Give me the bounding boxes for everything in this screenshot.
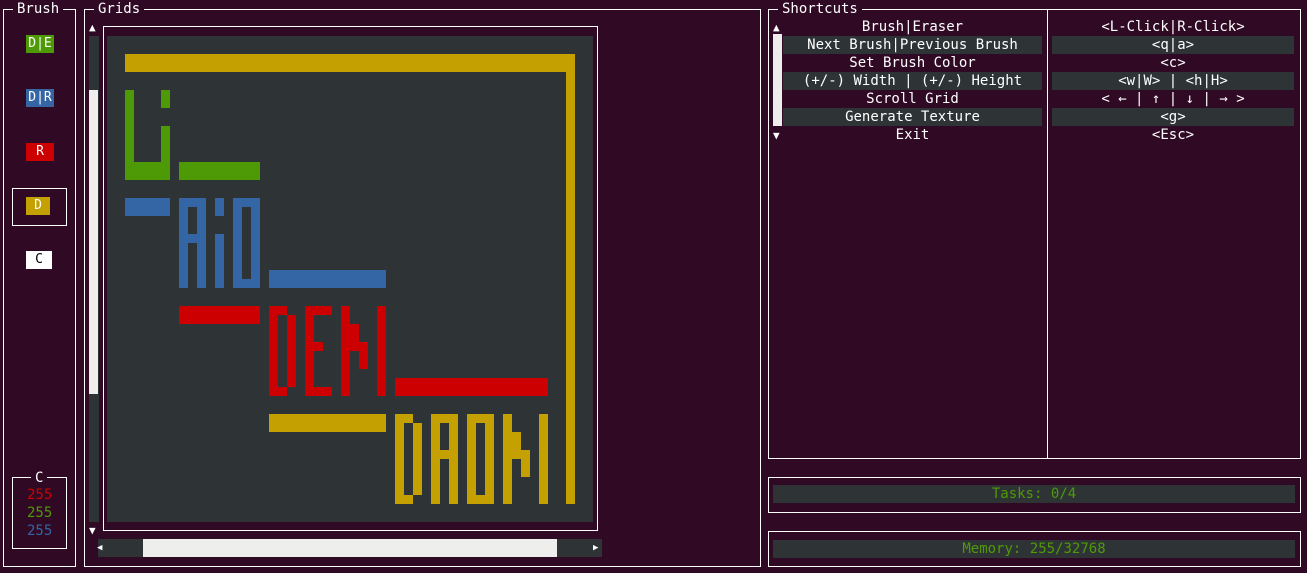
glyph-o2-right (485, 414, 494, 504)
shortcut-key: < ← | ↑ | ↓ | → > (1101, 91, 1245, 107)
glyph-r-stem (179, 198, 188, 288)
yellow-top-bar (125, 54, 575, 72)
shortcut-key: <q|a> (1052, 36, 1294, 54)
scroll-right-arrow-icon[interactable]: ▶ (593, 542, 598, 554)
shortcuts-scroll-thumb[interactable] (773, 34, 782, 126)
shortcut-action: Brush|Eraser (861, 19, 964, 35)
shortcut-key: <Esc> (1151, 127, 1195, 143)
glyph-o2-left (467, 414, 476, 504)
brush-item-r[interactable]: R (26, 143, 54, 161)
glyph-d-left (269, 306, 278, 396)
brush-item-de[interactable]: D|E (26, 35, 54, 53)
glyph-o2-bottom (467, 495, 494, 504)
shortcuts-scroll-up-icon[interactable]: ▲ (773, 22, 780, 34)
glyph-d-top (269, 306, 287, 315)
glyph-o-top (233, 198, 260, 207)
glyph-i2-stem (215, 234, 224, 288)
glyph-n-left (341, 306, 350, 396)
glyph-e-mid (305, 342, 323, 351)
brush-item-c[interactable]: C (26, 251, 52, 269)
shortcut-action: Set Brush Color (849, 55, 976, 71)
shortcuts-scroll-down-icon[interactable]: ▼ (773, 130, 780, 142)
shortcuts-divider (1047, 10, 1048, 458)
green-underline (179, 162, 260, 180)
glyph-e-bottom (305, 387, 332, 396)
red-dash (179, 306, 260, 324)
glyph-d-bottom (269, 387, 287, 396)
glyph-r-leg (197, 243, 206, 288)
yellow-dash (269, 414, 386, 432)
color-box: C 255 255 255 (12, 469, 67, 549)
scroll-down-arrow-icon[interactable]: ▼ (89, 525, 96, 537)
glyph-d2-left (395, 414, 404, 504)
color-box-title: C (31, 469, 48, 487)
shortcut-key: <w|W> | <h|H> (1052, 72, 1294, 90)
glyph-d2-right (413, 423, 422, 495)
grid-canvas[interactable] (107, 36, 593, 522)
shortcut-action: Scroll Grid (866, 91, 959, 107)
horizontal-scroll-thumb[interactable] (143, 539, 557, 557)
glyph-o-left (233, 198, 242, 288)
brush-item-dr[interactable]: D|R (26, 89, 54, 107)
glyph-o2-top (467, 414, 494, 423)
shortcut-action: Exit (895, 127, 930, 143)
color-r-value: 255 (27, 487, 53, 503)
vertical-scroll-thumb[interactable] (89, 90, 98, 394)
red-underline (395, 378, 548, 396)
tasks-status: Tasks: 0/4 (773, 485, 1295, 503)
grids-panel-title: Grids (94, 0, 145, 18)
glyph-r2-mid (431, 450, 458, 459)
brush-item-d[interactable]: D (26, 197, 50, 215)
shortcut-action: (+/-) Width | (+/-) Height (783, 72, 1042, 90)
glyph-n2-diag2 (521, 450, 530, 477)
scroll-up-arrow-icon[interactable]: ▲ (89, 22, 96, 34)
glyph-i2-dot (215, 198, 224, 216)
glyph-i-dot (161, 90, 170, 108)
glyph-d2-bottom (395, 495, 413, 504)
glyph-o-right (251, 198, 260, 288)
brush-panel-title: Brush (13, 0, 64, 18)
shortcut-action: Next Brush|Previous Brush (783, 36, 1042, 54)
glyph-e-stem (305, 306, 314, 396)
glyph-r2-side (449, 414, 458, 450)
glyph-e-top (305, 306, 332, 315)
glyph-r-side (197, 198, 206, 234)
shortcut-key: <g> (1052, 108, 1294, 126)
glyph-n2-left (503, 414, 512, 504)
glyph-n2-right (539, 414, 548, 504)
glyph-n-diag2 (359, 342, 368, 369)
glyph-n-right (377, 306, 386, 396)
glyph-r2-leg (449, 459, 458, 504)
shortcut-action: Generate Texture (783, 108, 1042, 126)
blue-dash (125, 198, 170, 216)
shortcut-key: <c> (1160, 55, 1186, 71)
yellow-right-bar (566, 54, 575, 504)
glyph-d-right (287, 315, 296, 387)
color-g-value: 255 (27, 505, 53, 521)
glyph-r-mid (179, 234, 206, 243)
glyph-n-diag1 (350, 324, 359, 351)
blue-underline (269, 270, 386, 288)
scroll-left-arrow-icon[interactable]: ◀ (97, 542, 102, 554)
glyph-i-stem (161, 126, 170, 180)
glyph-r2-stem (431, 414, 440, 504)
glyph-d2-top (395, 414, 413, 423)
glyph-o-bottom (233, 279, 260, 288)
shortcut-key: <L-Click|R-Click> (1101, 19, 1245, 35)
shortcuts-panel-title: Shortcuts (778, 0, 862, 18)
glyph-n2-diag1 (512, 432, 521, 459)
color-b-value: 255 (27, 523, 53, 539)
memory-status: Memory: 255/32768 (773, 540, 1295, 558)
